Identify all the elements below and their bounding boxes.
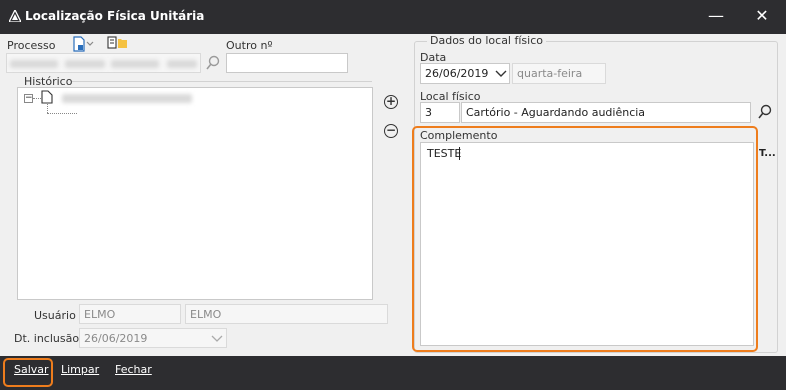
- complemento-textarea[interactable]: TESTE: [420, 142, 754, 346]
- salvar-button[interactable]: Salvar: [14, 363, 49, 376]
- usuario-code-value: ELMO: [84, 308, 116, 321]
- blurred-text: [65, 60, 105, 68]
- expand-all-button[interactable]: +: [384, 95, 398, 109]
- close-icon: ✕: [755, 6, 769, 25]
- blurred-text: [111, 60, 159, 68]
- processo-number-field[interactable]: [6, 53, 201, 73]
- complemento-text: TESTE: [427, 147, 462, 160]
- fechar-label: Fechar: [115, 363, 152, 376]
- title-bar: Localização Física Unitária — ✕: [0, 0, 786, 34]
- outro-numero-input[interactable]: [226, 53, 348, 73]
- app-logo-icon: [9, 10, 21, 22]
- blurred-text: [167, 60, 197, 68]
- limpar-label: Limpar: [61, 363, 100, 376]
- dtinclusao-label: Dt. inclusão: [14, 332, 80, 345]
- historico-tree[interactable]: −: [17, 87, 373, 300]
- process-type-icon[interactable]: [72, 36, 94, 52]
- weekday-value: quarta-feira: [517, 67, 583, 80]
- usuario-code-field: ELMO: [79, 304, 181, 324]
- collapse-toggle[interactable]: −: [24, 94, 33, 103]
- data-value: 26/06/2019: [425, 67, 489, 80]
- tree-connector: [47, 104, 48, 113]
- dtinclusao-field: 26/06/2019: [79, 328, 227, 348]
- search-icon[interactable]: [205, 55, 221, 71]
- fechar-button[interactable]: Fechar: [115, 363, 152, 376]
- local-name-input[interactable]: Cartório - Aguardando audiência: [461, 102, 751, 123]
- collapse-all-button[interactable]: −: [384, 124, 398, 138]
- salvar-label: Salvar: [14, 363, 49, 376]
- document-folder-icon[interactable]: [106, 36, 130, 52]
- usuario-label: Usuário: [34, 309, 76, 322]
- historico-group-line: [72, 81, 372, 82]
- data-date-picker[interactable]: 26/06/2019: [420, 63, 510, 84]
- search-icon[interactable]: [757, 104, 773, 120]
- document-icon: [41, 90, 53, 104]
- local-code-input[interactable]: 3: [420, 102, 460, 123]
- window-title: Localização Física Unitária: [25, 9, 205, 23]
- chevron-down-icon: [211, 335, 223, 342]
- dados-local-title: Dados do local físico: [427, 34, 546, 47]
- limpar-button[interactable]: Limpar: [61, 363, 99, 376]
- close-button[interactable]: ✕: [742, 0, 782, 34]
- local-code-value: 3: [425, 106, 432, 119]
- tree-connector: [33, 98, 41, 99]
- text-caret: [459, 147, 460, 160]
- usuario-name-field: ELMO: [185, 304, 388, 324]
- blurred-text: [10, 60, 58, 68]
- truncated-label: T...: [759, 148, 776, 159]
- complemento-label: Complemento: [420, 129, 498, 142]
- minimize-button[interactable]: —: [696, 0, 736, 34]
- chevron-down-icon[interactable]: [495, 70, 507, 78]
- tree-node-text[interactable]: [62, 94, 192, 103]
- outro-label: Outro nº: [226, 39, 273, 52]
- tree-connector: [47, 113, 77, 114]
- local-name-value: Cartório - Aguardando audiência: [466, 106, 646, 119]
- weekday-field: quarta-feira: [512, 63, 606, 84]
- minimize-icon: —: [708, 6, 724, 25]
- usuario-name-value: ELMO: [190, 308, 222, 321]
- dtinclusao-value: 26/06/2019: [84, 332, 148, 345]
- processo-label: Processo: [7, 39, 56, 52]
